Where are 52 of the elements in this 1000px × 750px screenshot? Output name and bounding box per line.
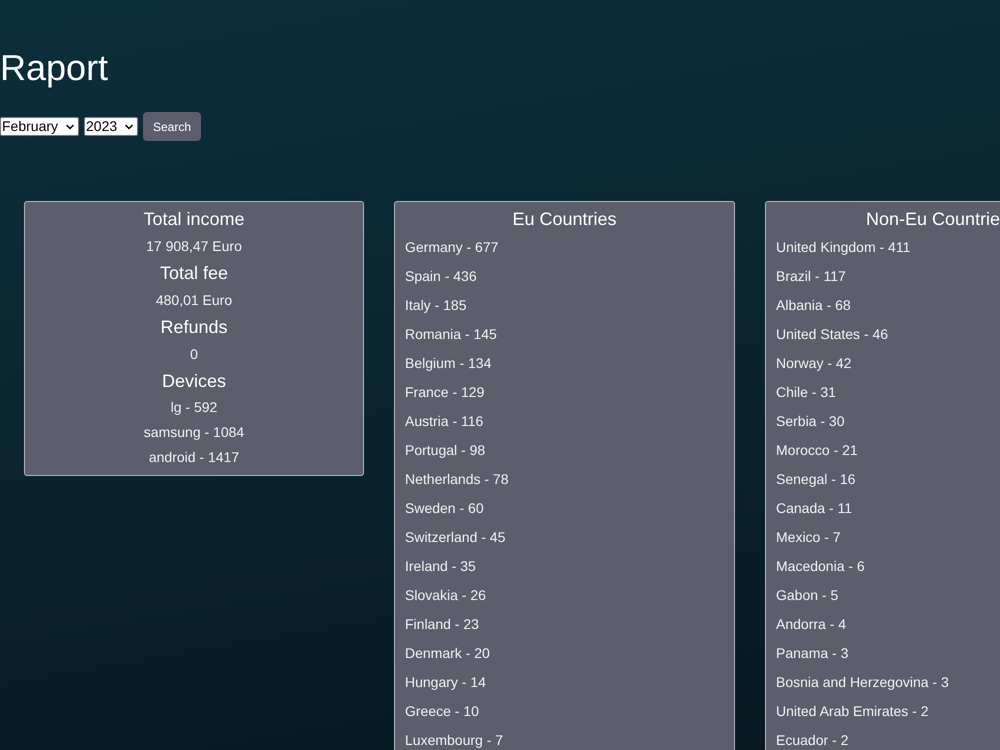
country-count: Spain - 436 [405, 267, 478, 286]
section-heading: Total income [143, 208, 245, 231]
card-title: Non-Eu Countrie [865, 208, 1000, 231]
country-count: Brazil - 117 [776, 267, 847, 286]
country-count: Sweden - 60 [405, 499, 485, 518]
country-count: United Arab Emirates - 2 [776, 702, 930, 721]
country-count: Ecuador - 2 [776, 731, 850, 750]
country-count: Hungary - 14 [405, 673, 487, 692]
country-count: Austria - 116 [405, 412, 484, 431]
country-count: United States - 46 [776, 325, 890, 344]
section-heading: Devices [162, 370, 226, 393]
search-button[interactable]: Search [143, 112, 201, 141]
country-count: Belgium - 134 [405, 354, 492, 373]
country-count: United Kingdom - 411 [776, 238, 912, 257]
country-count: Bosnia and Herzegovina - 3 [776, 673, 950, 692]
summary-value: 0 [190, 345, 198, 364]
year-dropdown[interactable]: 2023 [84, 117, 138, 136]
country-count: Senegal - 16 [776, 470, 856, 489]
summary-value: samsung - 1084 [144, 423, 244, 442]
country-count: France - 129 [405, 383, 486, 402]
country-count: Denmark - 20 [405, 644, 491, 663]
country-count: Slovakia - 26 [405, 586, 487, 605]
summary-value: 17 908,47 Euro [146, 237, 242, 256]
card-title: Eu Countries [511, 208, 618, 231]
country-count: Germany - 677 [405, 238, 500, 257]
section-heading: Refunds [160, 316, 228, 339]
country-count: Ireland - 35 [405, 557, 477, 576]
country-count: Mexico - 7 [776, 528, 842, 547]
page-title: Raport [0, 46, 110, 90]
country-count: Luxembourg - 7 [405, 731, 504, 750]
country-count: Chile - 31 [776, 383, 837, 402]
country-count: Norway - 42 [776, 354, 852, 373]
month-dropdown[interactable]: February [0, 117, 79, 136]
summary-value: android - 1417 [148, 448, 240, 467]
country-count: Netherlands - 78 [405, 470, 510, 489]
country-count: Switzerland - 45 [405, 528, 506, 547]
summary-value: lg - 592 [170, 398, 218, 417]
country-count: Canada - 11 [776, 499, 854, 518]
country-count: Portugal - 98 [405, 441, 486, 460]
country-count: Finland - 23 [405, 615, 480, 634]
country-count: Italy - 185 [405, 296, 468, 315]
country-count: Morocco - 21 [776, 441, 859, 460]
country-count: Romania - 145 [405, 325, 498, 344]
section-heading: Total fee [160, 262, 228, 285]
summary-value: 480,01 Euro [156, 291, 232, 310]
country-count: Serbia - 30 [776, 412, 846, 431]
country-count: Panama - 3 [776, 644, 850, 663]
country-count: Macedonia - 6 [776, 557, 866, 576]
country-count: Gabon - 5 [776, 586, 840, 605]
country-count: Andorra - 4 [776, 615, 848, 634]
country-count: Greece - 10 [405, 702, 480, 721]
country-count: Albania - 68 [776, 296, 852, 315]
